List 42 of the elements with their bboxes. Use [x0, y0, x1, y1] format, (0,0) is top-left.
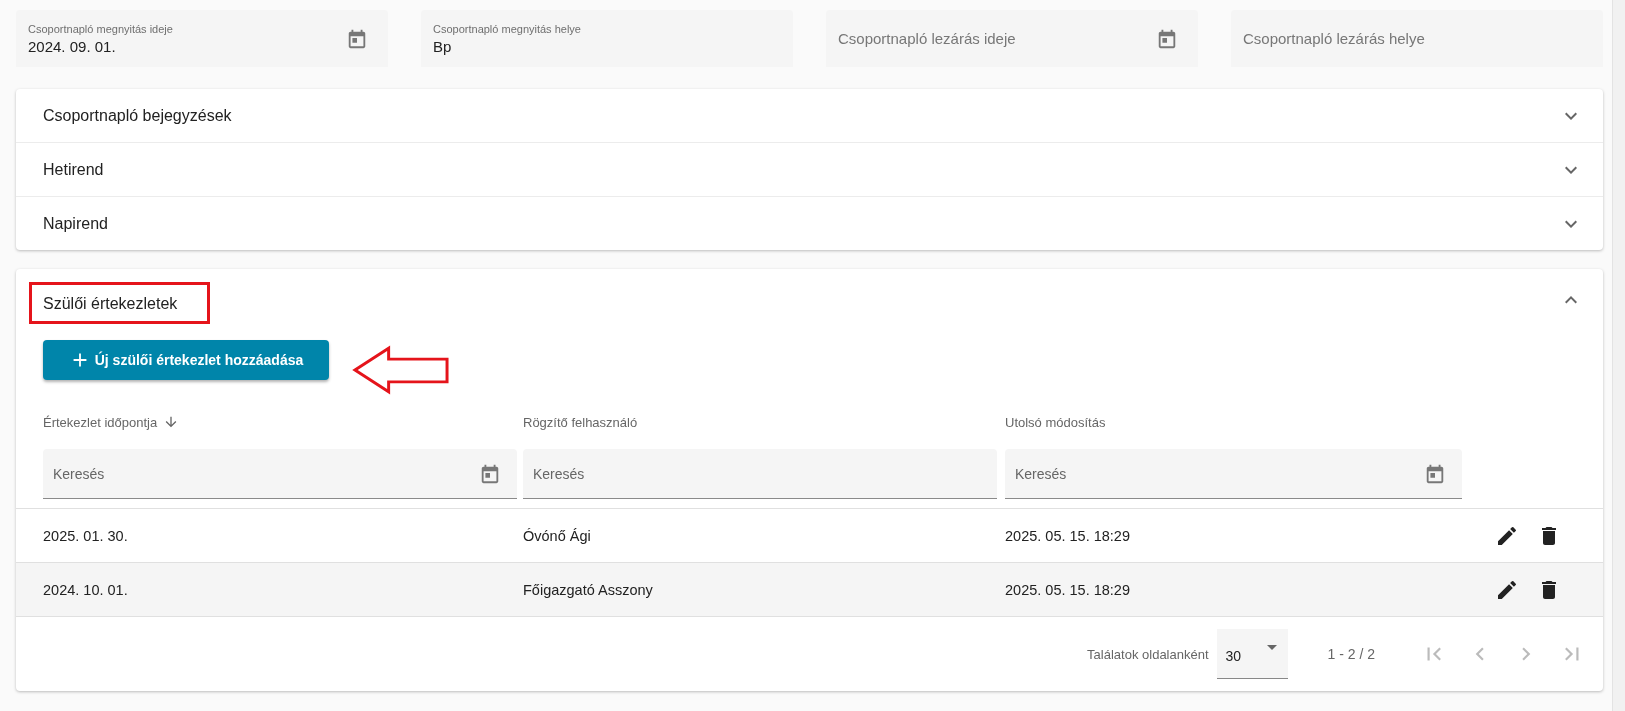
- accordion-header[interactable]: Hetirend: [16, 143, 1603, 197]
- field-label: Csoportnapló megnyitás helye: [433, 22, 581, 35]
- field-placeholder: Keresés: [53, 465, 105, 482]
- text-field[interactable]: Csoportnapló lezárás helye: [1231, 10, 1603, 67]
- column-header[interactable]: Utolsó módosítás: [1005, 414, 1495, 430]
- filter-field[interactable]: Keresés: [43, 449, 517, 499]
- table-cell-text: Főigazgató Asszony: [523, 581, 654, 598]
- calendar-icon[interactable]: [479, 462, 501, 485]
- accordion-header[interactable]: Napirend: [16, 197, 1603, 250]
- field-value: Bp: [433, 37, 453, 55]
- column-header[interactable]: Értekezlet időpontja: [43, 414, 523, 430]
- page-size-select[interactable]: 30: [1216, 629, 1288, 679]
- accordion-header[interactable]: Csoportnapló bejegyzések: [16, 89, 1603, 143]
- table-cell-text: Óvónő Ági: [523, 527, 592, 544]
- accordion-header[interactable]: Szülői értekezletek: [16, 269, 1603, 313]
- text-field[interactable]: Csoportnapló lezárás ideje: [826, 10, 1198, 67]
- page-range: 1 - 2 / 2: [1327, 646, 1375, 662]
- accordion-title: Csoportnapló bejegyzések: [43, 106, 232, 125]
- calendar-icon[interactable]: [1156, 27, 1178, 50]
- filter-field[interactable]: Keresés: [523, 449, 997, 499]
- calendar-icon[interactable]: [346, 27, 368, 50]
- field-placeholder: Csoportnapló lezárás ideje: [838, 30, 1016, 47]
- table-row[interactable]: 2024. 10. 01. Főigazgató Asszony 2025. 05. 15. 18:29: [16, 562, 1603, 616]
- field-placeholder: Csoportnapló lezárás helye: [1243, 30, 1425, 47]
- table-cell-text: 2025. 05. 15. 18:29: [1005, 527, 1131, 544]
- table-cell-text: 2024. 10. 01.: [43, 581, 129, 598]
- page-size-label: Találatok oldalanként: [1087, 646, 1209, 662]
- accordion-title: Napirend: [43, 214, 108, 233]
- field-label: Csoportnapló megnyitás ideje: [28, 22, 173, 35]
- filter-field[interactable]: Keresés: [1005, 449, 1462, 499]
- calendar-icon[interactable]: [1424, 462, 1446, 485]
- table-cell-text: 2025. 05. 15. 18:29: [1005, 581, 1131, 598]
- field-placeholder: Keresés: [1015, 465, 1067, 482]
- accordion-title: Hetirend: [43, 160, 104, 179]
- add-button[interactable]: Új szülői értekezlet hozzáadása: [43, 340, 329, 380]
- table-cell-text: 2025. 01. 30.: [43, 527, 129, 544]
- text-field[interactable]: Csoportnapló megnyitás helye Bp: [421, 10, 793, 67]
- column-header[interactable]: Rögzítő felhasználó: [523, 414, 1005, 430]
- field-value: 2024. 09. 01.: [28, 37, 117, 55]
- accordion-title: Szülői értekezletek: [43, 295, 178, 313]
- text-field[interactable]: Csoportnapló megnyitás ideje 2024. 09. 01.: [16, 10, 388, 67]
- field-placeholder: Keresés: [533, 465, 585, 482]
